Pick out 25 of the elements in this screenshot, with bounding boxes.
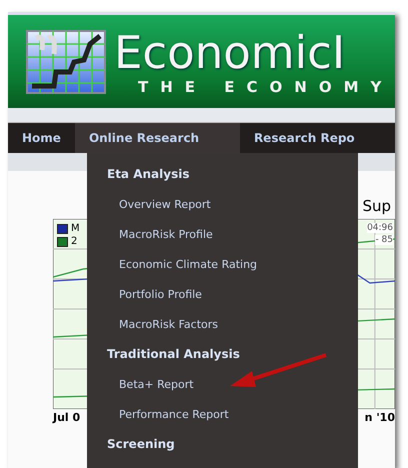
legend-value: - 85: [375, 235, 393, 245]
legend-label: M: [71, 223, 80, 234]
menu-heading: Eta Analysis: [107, 166, 190, 183]
menu-item[interactable]: MacroRisk Factors: [119, 315, 218, 334]
menu-item[interactable]: MacroRisk Profile: [119, 225, 213, 244]
nav-tab[interactable]: Research Repo: [240, 123, 369, 153]
menu-item[interactable]: Overview Report: [119, 195, 211, 214]
axis-label: Jul 0: [53, 411, 80, 424]
menu-item[interactable]: Performance Report: [119, 405, 229, 424]
legend-swatch: [57, 224, 68, 234]
menu-item[interactable]: Beta+ Report: [119, 375, 194, 394]
legend-label: 2: [71, 236, 78, 247]
site-tagline: THE ECONOMY: [137, 78, 394, 96]
menu-item[interactable]: Economic Climate Rating: [119, 255, 258, 274]
nav-tab[interactable]: Online Research: [74, 123, 240, 153]
legend-swatch: [57, 236, 68, 246]
logo-icon: [26, 30, 106, 94]
menu-heading: Screening: [107, 436, 175, 453]
chart-title: Sup: [362, 197, 391, 215]
site-title: EconomicI: [114, 28, 346, 78]
legend-value: 04:96: [367, 223, 393, 233]
axis-label: n '10: [364, 411, 395, 424]
menu-item[interactable]: Portfolio Profile: [119, 285, 202, 304]
menu-heading: Traditional Analysis: [107, 346, 240, 363]
nav-tab[interactable]: Home: [8, 123, 75, 153]
